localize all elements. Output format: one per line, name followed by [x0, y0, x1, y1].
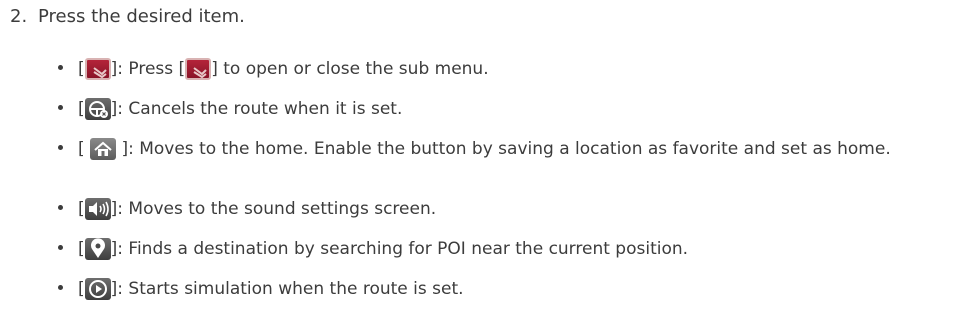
step-text: Press the desired item.: [38, 6, 245, 27]
list-item: [ ]: Starts simulation when the route is…: [58, 278, 464, 300]
bracket-open: [: [78, 238, 85, 259]
list-item: [ ]: Finds a destination by searching fo…: [58, 238, 688, 260]
home-icon: [90, 138, 117, 160]
instruction-step: 2. Press the desired item.: [10, 6, 245, 27]
bracket-open: [: [78, 139, 85, 159]
item-text: ]: Cancels the route when it is set.: [110, 98, 403, 119]
bullet: [58, 205, 63, 210]
bracket-open: [: [78, 98, 85, 119]
speaker-icon: [84, 198, 111, 220]
submenu-icon: [185, 58, 212, 80]
item-text-part1: ]: Press [: [110, 58, 186, 79]
bracket-open: [: [78, 58, 85, 79]
item-text: ]: Moves to the sound settings screen.: [110, 198, 437, 219]
step-number: 2.: [10, 6, 28, 27]
list-item: [ ]: Press [ ] to open or close the sub …: [58, 58, 489, 80]
play-icon: [84, 278, 111, 300]
list-item: [ ]: Moves to the sound settings screen.: [58, 198, 436, 220]
item-text-part2: ] to open or close the sub menu.: [211, 58, 489, 79]
list-item: [ ]: Moves to the home. Enable the butto…: [58, 138, 958, 160]
submenu-icon: [84, 58, 111, 80]
bracket-open: [: [78, 198, 85, 219]
bullet: [58, 145, 63, 150]
bullet: [58, 245, 63, 250]
bullet: [58, 105, 63, 110]
list-item: [ ]: Cancels the route when it is set.: [58, 98, 402, 120]
item-text: ]: Finds a destination by searching for …: [110, 238, 689, 259]
location-pin-icon: [84, 238, 111, 260]
bracket-open: [: [78, 278, 85, 299]
cancel-route-icon: [84, 98, 111, 120]
bullet: [58, 65, 63, 70]
item-text: ]: Starts simulation when the route is s…: [110, 278, 464, 299]
item-text: ]: Moves to the home. Enable the button …: [121, 139, 891, 159]
bullet: [58, 285, 63, 290]
